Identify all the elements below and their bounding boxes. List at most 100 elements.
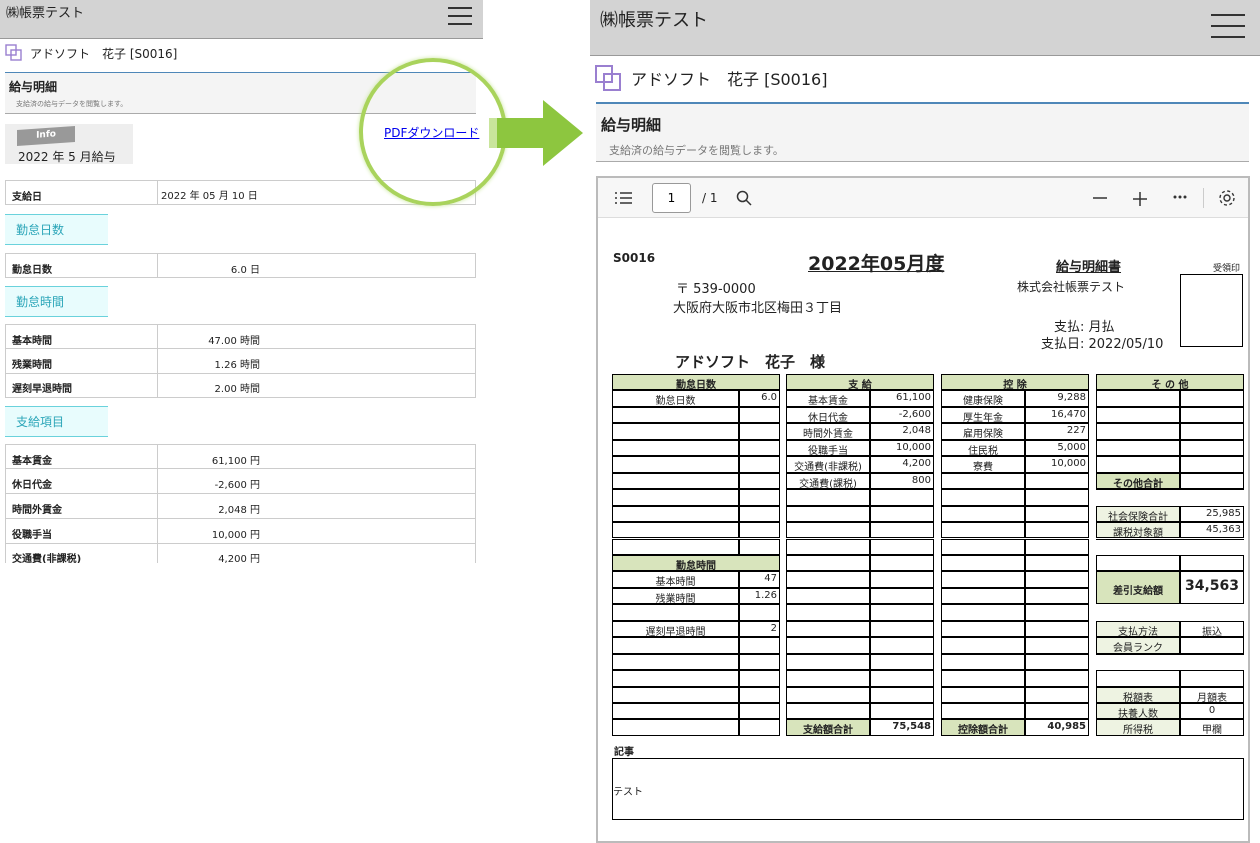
cell-text: 交通費(非課税) bbox=[794, 462, 862, 474]
cell-text: 61,100 bbox=[896, 392, 931, 404]
cell-text: 健康保険 bbox=[963, 396, 1003, 408]
row-label: 会員ランク bbox=[1096, 637, 1180, 654]
table-cell bbox=[1096, 456, 1180, 473]
cell-text: 勤怠日数 bbox=[655, 396, 696, 408]
row-value: 61,100 bbox=[870, 390, 934, 407]
pdf-viewer: / 1 S0016 2022年05月度 給与明細書 受領印 〒 539-0000… bbox=[596, 176, 1250, 843]
toolbar-divider bbox=[1203, 188, 1204, 208]
table-cell bbox=[612, 472, 739, 490]
table-cell bbox=[870, 489, 934, 506]
cell-text: 47 bbox=[764, 573, 777, 585]
settings-gear-icon[interactable] bbox=[1218, 189, 1236, 207]
table-cell bbox=[612, 686, 739, 703]
row-label: 支給日 bbox=[12, 192, 42, 203]
zoom-in-icon[interactable] bbox=[1132, 191, 1148, 207]
table-cell bbox=[1096, 439, 1180, 457]
row-value: 47 bbox=[739, 571, 780, 588]
row-label: その他合計 bbox=[1096, 472, 1180, 490]
table-cell bbox=[1180, 456, 1244, 473]
table-cell bbox=[1025, 522, 1089, 539]
table-row: 遅刻早退時間 2.00 時間 bbox=[5, 373, 476, 398]
cell-text: 勤怠時間 bbox=[676, 560, 716, 572]
cell-text: 9,288 bbox=[1057, 392, 1086, 404]
hamburger-menu-icon[interactable] bbox=[1211, 14, 1245, 38]
row-label: 基本時間 bbox=[12, 336, 52, 347]
search-icon[interactable] bbox=[736, 190, 752, 206]
table-cell bbox=[786, 637, 870, 654]
cell-text: 40,985 bbox=[1047, 721, 1086, 733]
net-pay-value: 34,563 bbox=[1180, 571, 1244, 605]
cell-text: 雇用保険 bbox=[963, 429, 1003, 441]
app-header: ㈱帳票テスト bbox=[0, 0, 483, 39]
table-cell bbox=[1096, 423, 1180, 440]
row-value: 1.26 bbox=[739, 587, 780, 605]
cell-text: 4,200 bbox=[902, 458, 931, 470]
table-cell bbox=[870, 587, 934, 605]
row-value: 61,100 円 bbox=[211, 456, 260, 467]
table-cell bbox=[739, 538, 780, 555]
cell-text: 課税対象額 bbox=[1113, 528, 1163, 540]
zoom-out-icon[interactable] bbox=[1092, 191, 1108, 205]
cell-text: 25,985 bbox=[1206, 507, 1241, 519]
right-screen: ㈱帳票テスト アドソフト 花子 [S0016] 給与明細 支給済の給与データを閲… bbox=[590, 0, 1260, 843]
cell-text: 甲欄 bbox=[1202, 725, 1222, 737]
table-cell bbox=[941, 587, 1025, 605]
row-value: 25,985 bbox=[1180, 505, 1244, 523]
table-cell bbox=[612, 489, 739, 506]
cell-text: 6.0 bbox=[761, 392, 777, 404]
spacer bbox=[1095, 490, 1245, 506]
table-cell bbox=[870, 571, 934, 588]
table-cell bbox=[1025, 703, 1089, 720]
more-options-icon[interactable] bbox=[1172, 194, 1188, 200]
row-label: 社会保険合計 bbox=[1096, 505, 1180, 523]
table-cell bbox=[739, 604, 780, 621]
table-cell bbox=[1096, 670, 1180, 687]
cell-text: 交通費(課税) bbox=[799, 478, 857, 490]
cell-text: 1.26 bbox=[754, 589, 777, 601]
cell-text: 残業時間 bbox=[655, 593, 696, 605]
page-title: 給与明細 bbox=[9, 80, 58, 94]
table-cell bbox=[1025, 571, 1089, 588]
cell-text: 45,363 bbox=[1206, 524, 1241, 536]
row-label: 扶養人数 bbox=[1096, 703, 1180, 720]
table-cell bbox=[941, 554, 1025, 572]
row-label: 基本時間 bbox=[612, 571, 739, 588]
table-header: 勤怠時間 bbox=[612, 554, 780, 572]
row-label: 税額表 bbox=[1096, 686, 1180, 704]
section-payments: 支給項目 bbox=[5, 406, 108, 437]
table-cell bbox=[612, 522, 739, 539]
right-arrow-icon bbox=[489, 100, 583, 166]
table-cell bbox=[612, 604, 739, 621]
section-attendance-days: 勤怠日数 bbox=[5, 214, 108, 245]
pdf-toolbar: / 1 bbox=[598, 178, 1248, 218]
page-subtitle: 支給済の給与データを閲覧します。 bbox=[16, 100, 128, 108]
row-value: 16,470 bbox=[1025, 406, 1089, 424]
app-title: ㈱帳票テスト bbox=[6, 6, 85, 21]
table-cell bbox=[870, 505, 934, 523]
table-cell bbox=[1096, 390, 1180, 407]
outline-icon[interactable] bbox=[615, 191, 633, 205]
row-label: 残業時間 bbox=[12, 360, 52, 371]
table-cell bbox=[1180, 406, 1244, 424]
row-value: 75,548 bbox=[870, 719, 934, 736]
row-value: 振込 bbox=[1180, 620, 1244, 638]
row-value: 4,200 円 bbox=[218, 554, 260, 563]
table-cell bbox=[941, 637, 1025, 654]
cell-text: 支 給 bbox=[848, 380, 872, 391]
cell-text: 休日代金 bbox=[808, 412, 848, 424]
spacer bbox=[1095, 539, 1245, 555]
table-cell bbox=[786, 670, 870, 687]
table-cell bbox=[870, 653, 934, 671]
table-cell bbox=[739, 505, 780, 523]
cell-text: 厚生年金 bbox=[963, 412, 1003, 424]
table-cell bbox=[786, 571, 870, 588]
table-cell bbox=[1096, 406, 1180, 424]
app-title: ㈱帳票テスト bbox=[600, 10, 708, 31]
table-cell bbox=[870, 554, 934, 572]
row-value: 2,048 円 bbox=[218, 505, 260, 516]
page-number-input[interactable] bbox=[652, 183, 691, 213]
row-label: 勤怠日数 bbox=[12, 265, 52, 276]
row-value: 月額表 bbox=[1180, 686, 1244, 704]
table-row: 交通費(非課税) 4,200 円 bbox=[5, 543, 476, 563]
hamburger-menu-icon[interactable] bbox=[448, 7, 472, 25]
